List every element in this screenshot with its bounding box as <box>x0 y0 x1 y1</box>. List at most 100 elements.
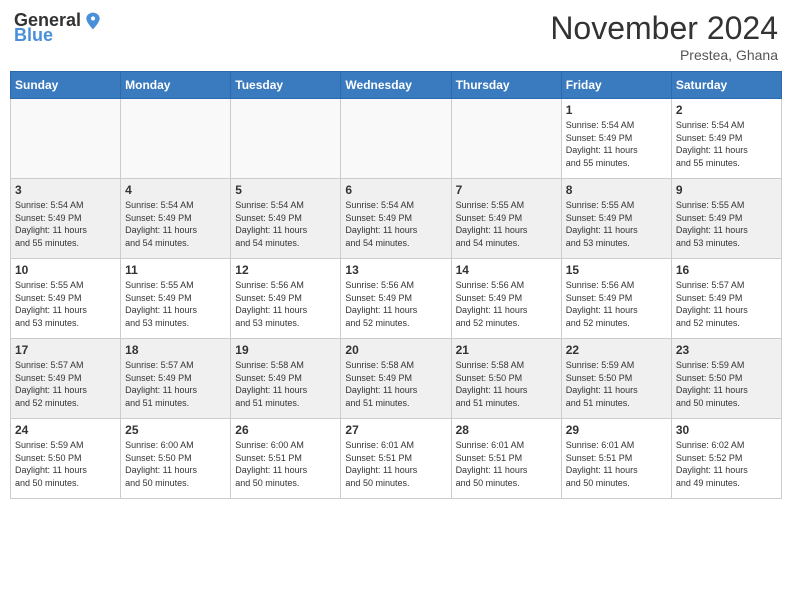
calendar-day-cell: 28 Sunrise: 6:01 AM Sunset: 5:51 PM Dayli… <box>451 419 561 499</box>
calendar-week-row: 10 Sunrise: 5:55 AM Sunset: 5:49 PM Dayli… <box>11 259 782 339</box>
day-info: Sunrise: 6:01 AM Sunset: 5:51 PM Dayligh… <box>456 439 557 489</box>
location: Prestea, Ghana <box>550 47 778 63</box>
day-number: 27 <box>345 423 446 437</box>
calendar-day-cell: 29 Sunrise: 6:01 AM Sunset: 5:51 PM Dayli… <box>561 419 671 499</box>
day-info: Sunrise: 6:00 AM Sunset: 5:51 PM Dayligh… <box>235 439 336 489</box>
calendar-week-row: 17 Sunrise: 5:57 AM Sunset: 5:49 PM Dayli… <box>11 339 782 419</box>
calendar-day-cell: 14 Sunrise: 5:56 AM Sunset: 5:49 PM Dayli… <box>451 259 561 339</box>
calendar-day-cell <box>121 99 231 179</box>
calendar-day-cell <box>341 99 451 179</box>
calendar-day-cell: 20Sunrise: 5:58 AM Sunset: 5:49 PM Dayli… <box>341 339 451 419</box>
calendar-day-cell: 17 Sunrise: 5:57 AM Sunset: 5:49 PM Dayli… <box>11 339 121 419</box>
calendar-day-cell: 27 Sunrise: 6:01 AM Sunset: 5:51 PM Dayli… <box>341 419 451 499</box>
day-info: Sunrise: 5:55 AM Sunset: 5:49 PM Dayligh… <box>566 199 667 249</box>
weekday-header-monday: Monday <box>121 72 231 99</box>
day-number: 6 <box>345 183 446 197</box>
calendar-day-cell: 2 Sunrise: 5:54 AM Sunset: 5:49 PM Daylig… <box>671 99 781 179</box>
calendar-day-cell: 1 Sunrise: 5:54 AM Sunset: 5:49 PM Daylig… <box>561 99 671 179</box>
calendar-day-cell <box>11 99 121 179</box>
day-info: Sunrise: 5:58 AM Sunset: 5:49 PM Dayligh… <box>235 359 336 409</box>
day-number: 24 <box>15 423 116 437</box>
calendar-day-cell: 22 Sunrise: 5:59 AM Sunset: 5:50 PM Dayli… <box>561 339 671 419</box>
day-number: 18 <box>125 343 226 357</box>
day-info: Sunrise: 6:01 AM Sunset: 5:51 PM Dayligh… <box>566 439 667 489</box>
day-number: 7 <box>456 183 557 197</box>
day-info: Sunrise: 5:59 AM Sunset: 5:50 PM Dayligh… <box>15 439 116 489</box>
weekday-header-wednesday: Wednesday <box>341 72 451 99</box>
calendar-day-cell: 5Sunrise: 5:54 AM Sunset: 5:49 PM Daylig… <box>231 179 341 259</box>
day-number: 22 <box>566 343 667 357</box>
day-info: Sunrise: 5:59 AM Sunset: 5:50 PM Dayligh… <box>566 359 667 409</box>
day-number: 4 <box>125 183 226 197</box>
day-number: 20 <box>345 343 446 357</box>
day-info: Sunrise: 5:54 AM Sunset: 5:49 PM Dayligh… <box>125 199 226 249</box>
day-number: 28 <box>456 423 557 437</box>
calendar-day-cell: 15 Sunrise: 5:56 AM Sunset: 5:49 PM Dayli… <box>561 259 671 339</box>
title-section: November 2024 Prestea, Ghana <box>550 10 778 63</box>
calendar-day-cell: 21Sunrise: 5:58 AM Sunset: 5:50 PM Dayli… <box>451 339 561 419</box>
logo-icon <box>83 11 103 31</box>
weekday-header-sunday: Sunday <box>11 72 121 99</box>
day-info: Sunrise: 5:58 AM Sunset: 5:50 PM Dayligh… <box>456 359 557 409</box>
day-number: 19 <box>235 343 336 357</box>
calendar-day-cell: 19 Sunrise: 5:58 AM Sunset: 5:49 PM Dayli… <box>231 339 341 419</box>
day-info: Sunrise: 6:01 AM Sunset: 5:51 PM Dayligh… <box>345 439 446 489</box>
day-info: Sunrise: 5:54 AM Sunset: 5:49 PM Dayligh… <box>345 199 446 249</box>
day-number: 15 <box>566 263 667 277</box>
day-number: 17 <box>15 343 116 357</box>
calendar-day-cell: 16 Sunrise: 5:57 AM Sunset: 5:49 PM Dayli… <box>671 259 781 339</box>
day-number: 23 <box>676 343 777 357</box>
calendar-day-cell: 23Sunrise: 5:59 AM Sunset: 5:50 PM Dayli… <box>671 339 781 419</box>
day-info: Sunrise: 5:56 AM Sunset: 5:49 PM Dayligh… <box>456 279 557 329</box>
calendar-day-cell: 4 Sunrise: 5:54 AM Sunset: 5:49 PM Daylig… <box>121 179 231 259</box>
weekday-header-row: SundayMondayTuesdayWednesdayThursdayFrid… <box>11 72 782 99</box>
day-info: Sunrise: 5:56 AM Sunset: 5:49 PM Dayligh… <box>235 279 336 329</box>
calendar-day-cell: 24 Sunrise: 5:59 AM Sunset: 5:50 PM Dayli… <box>11 419 121 499</box>
month-title: November 2024 <box>550 10 778 47</box>
calendar-day-cell <box>231 99 341 179</box>
day-number: 9 <box>676 183 777 197</box>
day-info: Sunrise: 5:55 AM Sunset: 5:49 PM Dayligh… <box>15 279 116 329</box>
day-info: Sunrise: 5:55 AM Sunset: 5:49 PM Dayligh… <box>125 279 226 329</box>
day-number: 26 <box>235 423 336 437</box>
weekday-header-saturday: Saturday <box>671 72 781 99</box>
day-info: Sunrise: 6:02 AM Sunset: 5:52 PM Dayligh… <box>676 439 777 489</box>
calendar-day-cell: 11 Sunrise: 5:55 AM Sunset: 5:49 PM Dayli… <box>121 259 231 339</box>
calendar-day-cell: 9Sunrise: 5:55 AM Sunset: 5:49 PM Daylig… <box>671 179 781 259</box>
day-number: 16 <box>676 263 777 277</box>
day-number: 29 <box>566 423 667 437</box>
day-number: 14 <box>456 263 557 277</box>
calendar-week-row: 3 Sunrise: 5:54 AM Sunset: 5:49 PM Daylig… <box>11 179 782 259</box>
calendar-day-cell: 3 Sunrise: 5:54 AM Sunset: 5:49 PM Daylig… <box>11 179 121 259</box>
day-info: Sunrise: 5:54 AM Sunset: 5:49 PM Dayligh… <box>566 119 667 169</box>
day-number: 2 <box>676 103 777 117</box>
day-info: Sunrise: 5:57 AM Sunset: 5:49 PM Dayligh… <box>15 359 116 409</box>
calendar-day-cell: 10 Sunrise: 5:55 AM Sunset: 5:49 PM Dayli… <box>11 259 121 339</box>
calendar-day-cell: 12 Sunrise: 5:56 AM Sunset: 5:49 PM Dayli… <box>231 259 341 339</box>
logo: General Blue <box>14 10 103 46</box>
calendar-day-cell: 30 Sunrise: 6:02 AM Sunset: 5:52 PM Dayli… <box>671 419 781 499</box>
day-info: Sunrise: 5:56 AM Sunset: 5:49 PM Dayligh… <box>566 279 667 329</box>
day-info: Sunrise: 5:57 AM Sunset: 5:49 PM Dayligh… <box>676 279 777 329</box>
calendar-day-cell: 18 Sunrise: 5:57 AM Sunset: 5:49 PM Dayli… <box>121 339 231 419</box>
logo-blue: Blue <box>14 25 53 46</box>
day-number: 25 <box>125 423 226 437</box>
day-number: 1 <box>566 103 667 117</box>
day-info: Sunrise: 5:57 AM Sunset: 5:49 PM Dayligh… <box>125 359 226 409</box>
calendar-day-cell: 7Sunrise: 5:55 AM Sunset: 5:49 PM Daylig… <box>451 179 561 259</box>
day-number: 10 <box>15 263 116 277</box>
calendar-day-cell: 26 Sunrise: 6:00 AM Sunset: 5:51 PM Dayli… <box>231 419 341 499</box>
page-header: General Blue November 2024 Prestea, Ghan… <box>10 10 782 63</box>
day-number: 12 <box>235 263 336 277</box>
day-number: 30 <box>676 423 777 437</box>
day-number: 8 <box>566 183 667 197</box>
day-number: 3 <box>15 183 116 197</box>
weekday-header-friday: Friday <box>561 72 671 99</box>
day-info: Sunrise: 5:54 AM Sunset: 5:49 PM Dayligh… <box>676 119 777 169</box>
calendar-day-cell: 6 Sunrise: 5:54 AM Sunset: 5:49 PM Daylig… <box>341 179 451 259</box>
day-number: 13 <box>345 263 446 277</box>
day-info: Sunrise: 5:56 AM Sunset: 5:49 PM Dayligh… <box>345 279 446 329</box>
day-number: 11 <box>125 263 226 277</box>
day-info: Sunrise: 6:00 AM Sunset: 5:50 PM Dayligh… <box>125 439 226 489</box>
day-info: Sunrise: 5:54 AM Sunset: 5:49 PM Dayligh… <box>15 199 116 249</box>
